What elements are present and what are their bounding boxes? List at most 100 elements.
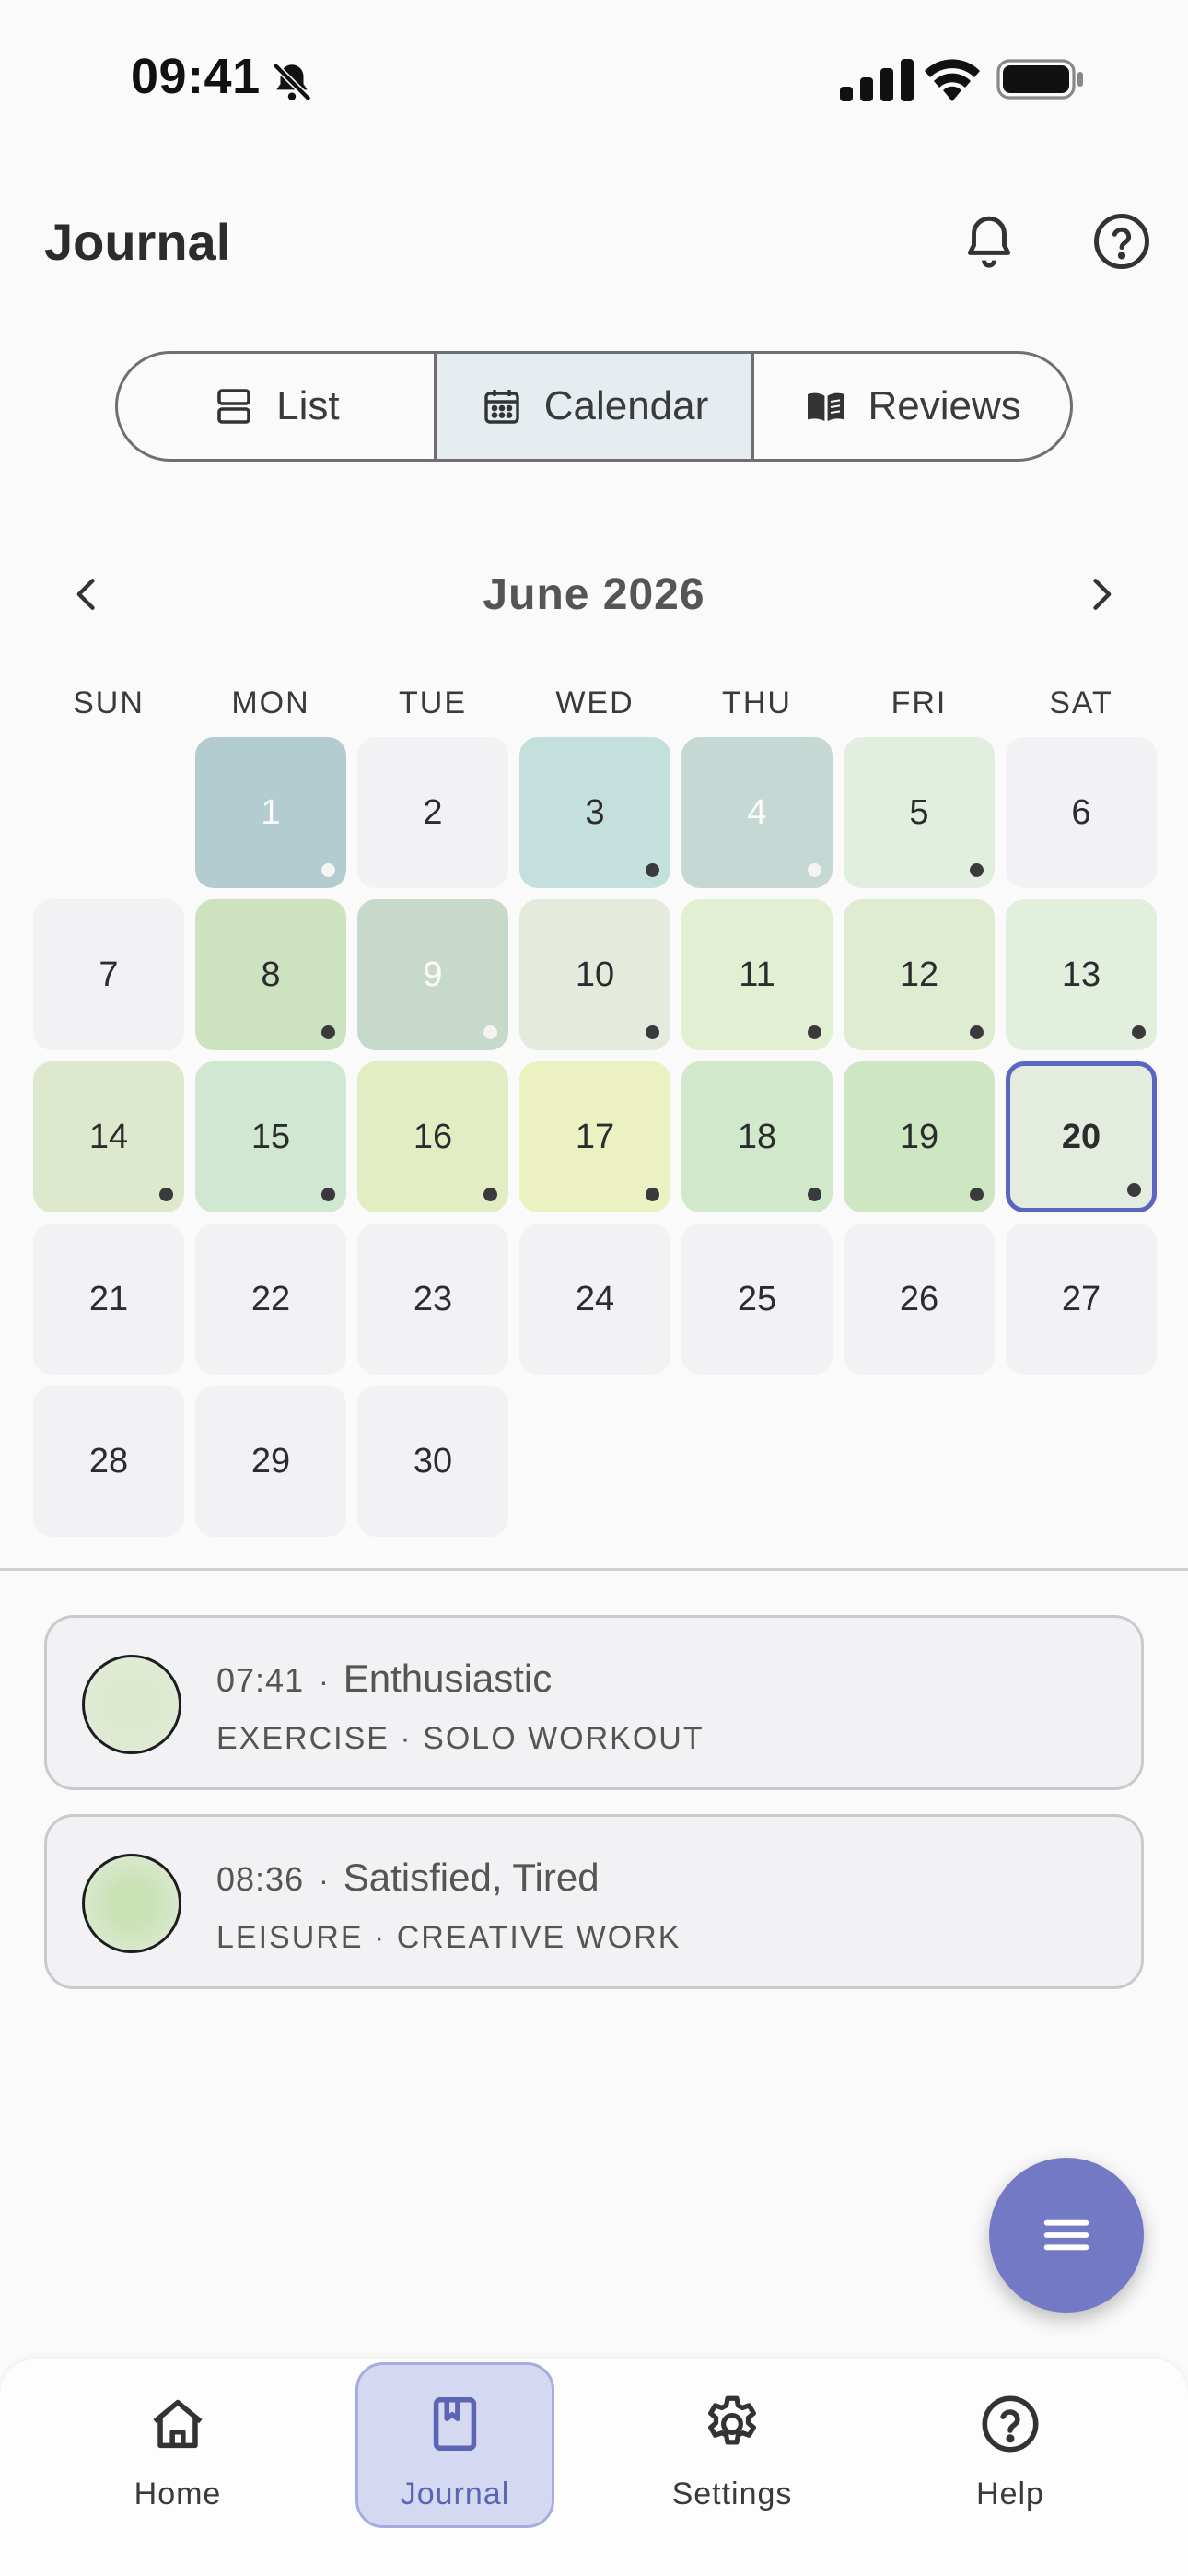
- calendar-day-number: 20: [1061, 1117, 1101, 1156]
- mood-color-indicator: [82, 1854, 181, 1953]
- entry-time: 08:36: [216, 1860, 305, 1898]
- calendar-day[interactable]: 12: [844, 899, 995, 1050]
- nav-item-help[interactable]: Help: [909, 2359, 1112, 2534]
- calendar-day[interactable]: 30: [357, 1386, 508, 1537]
- entry-indicator-dot: [970, 863, 984, 877]
- nav-item-settings[interactable]: Settings: [631, 2359, 833, 2534]
- entry-indicator-dot: [646, 1188, 659, 1201]
- entry-headline: 07:41 · Enthusiastic: [216, 1657, 552, 1701]
- help-circle-icon: [1094, 214, 1149, 269]
- entry-indicator-dot: [321, 863, 335, 877]
- calendar-day-number: 26: [899, 1279, 939, 1318]
- calendar-day-number: 24: [575, 1279, 615, 1318]
- entry-headline: 08:36 · Satisfied, Tired: [216, 1856, 600, 1900]
- entry-category: LEISURE · CREATIVE WORK: [216, 1920, 681, 1955]
- calendar-day-number: 25: [737, 1279, 777, 1318]
- calendar-day-number: 9: [423, 954, 443, 994]
- calendar-grid: 1 2 3 4 5 6 7 8 9 10 11 12 13 14 15 16 17 18 19 20 21 22 23 24 2…: [33, 737, 1157, 1539]
- tab-reviews-label: Reviews: [868, 383, 1021, 428]
- calendar-day[interactable]: 22: [195, 1224, 346, 1375]
- calendar-day[interactable]: 1: [195, 737, 346, 888]
- calendar-day-today[interactable]: 20: [1006, 1061, 1157, 1212]
- weekday-label: FRI: [891, 685, 948, 720]
- previous-month-button[interactable]: [55, 562, 120, 626]
- entry-indicator-dot: [321, 1025, 335, 1039]
- calendar-day[interactable]: 23: [357, 1224, 508, 1375]
- entry-indicator-dot: [483, 1025, 497, 1039]
- calendar-day-number: 4: [747, 792, 767, 832]
- calendar-day[interactable]: 9: [357, 899, 508, 1050]
- calendar-day[interactable]: 10: [519, 899, 670, 1050]
- calendar-day[interactable]: 28: [33, 1386, 184, 1537]
- calendar-day[interactable]: 14: [33, 1061, 184, 1212]
- calendar-day[interactable]: 7: [33, 899, 184, 1050]
- calendar-day[interactable]: 6: [1006, 737, 1157, 888]
- calendar-day[interactable]: 29: [195, 1386, 346, 1537]
- calendar-day[interactable]: 27: [1006, 1224, 1157, 1375]
- calendar-icon: [484, 390, 519, 424]
- tab-reviews[interactable]: Reviews: [754, 354, 1070, 459]
- tab-calendar[interactable]: Calendar: [436, 354, 755, 459]
- calendar-day-number: 14: [88, 1117, 129, 1156]
- calendar-day-number: 12: [899, 954, 939, 994]
- list-view-icon: [217, 389, 250, 424]
- notifications-button[interactable]: [952, 205, 1026, 278]
- calendar-day[interactable]: 13: [1006, 899, 1157, 1050]
- calendar-day[interactable]: 18: [681, 1061, 833, 1212]
- nav-item-home[interactable]: Home: [76, 2359, 279, 2534]
- calendar-day[interactable]: 19: [844, 1061, 995, 1212]
- calendar-day-number: 10: [575, 954, 615, 994]
- bottom-navigation: Home Journal Settings Help: [0, 2359, 1188, 2576]
- entry-indicator-dot: [321, 1188, 335, 1201]
- weekday-label: MON: [231, 685, 310, 720]
- nav-label-settings: Settings: [671, 2476, 793, 2512]
- calendar-day-number: 15: [250, 1117, 291, 1156]
- calendar-day-number: 11: [739, 954, 775, 994]
- menu-fab-button[interactable]: [989, 2158, 1144, 2313]
- view-switcher: List Calendar Reviews: [115, 351, 1073, 462]
- month-title: June 2026: [483, 570, 705, 619]
- calendar-day[interactable]: 4: [681, 737, 833, 888]
- gear-icon: [708, 2395, 756, 2445]
- journal-icon: [433, 2396, 477, 2452]
- journal-entry-card[interactable]: 07:41 · Enthusiastic EXERCISE · SOLO WORKO…: [44, 1615, 1144, 1790]
- entry-indicator-dot: [970, 1188, 984, 1201]
- entry-indicator-dot: [1127, 1183, 1141, 1197]
- calendar-day[interactable]: 15: [195, 1061, 346, 1212]
- calendar-day-number: 28: [88, 1441, 129, 1481]
- nav-label-home: Home: [134, 2476, 222, 2512]
- signal-icon: [840, 59, 914, 101]
- calendar-day[interactable]: 21: [33, 1224, 184, 1375]
- nav-label-help: Help: [976, 2476, 1044, 2512]
- entry-indicator-dot: [1132, 1025, 1146, 1039]
- next-month-button[interactable]: [1068, 562, 1133, 626]
- weekday-header: SUN MON TUE WED THU FRI SAT: [33, 685, 1157, 726]
- status-bar: 09:41: [0, 0, 1188, 166]
- wifi-icon: [925, 59, 980, 101]
- calendar-day[interactable]: 24: [519, 1224, 670, 1375]
- tab-list[interactable]: List: [118, 354, 437, 459]
- bell-icon: [967, 216, 1011, 268]
- calendar-day[interactable]: 25: [681, 1224, 833, 1375]
- calendar-day-number: 5: [909, 792, 929, 832]
- calendar-day[interactable]: 5: [844, 737, 995, 888]
- divider: [0, 1568, 1188, 1571]
- weekday-label: TUE: [399, 685, 467, 720]
- calendar-day[interactable]: 16: [357, 1061, 508, 1212]
- journal-entry-card[interactable]: 08:36 · Satisfied, Tired LEISURE · CREATIV…: [44, 1814, 1144, 1989]
- nav-label-journal: Journal: [400, 2476, 510, 2512]
- nav-item-journal[interactable]: Journal: [354, 2359, 556, 2534]
- entry-category: EXERCISE · SOLO WORKOUT: [216, 1721, 705, 1756]
- calendar-day[interactable]: 2: [357, 737, 508, 888]
- calendar-day[interactable]: 11: [681, 899, 833, 1050]
- entry-time: 07:41: [216, 1661, 305, 1699]
- tab-calendar-label: Calendar: [543, 383, 709, 428]
- calendar-day[interactable]: 26: [844, 1224, 995, 1375]
- calendar-day[interactable]: 17: [519, 1061, 670, 1212]
- calendar-day[interactable]: 3: [519, 737, 670, 888]
- calendar-day[interactable]: 8: [195, 899, 346, 1050]
- entry-indicator-dot: [483, 1188, 497, 1201]
- page-title: Journal: [44, 213, 231, 271]
- calendar-day-number: 17: [575, 1117, 615, 1156]
- help-button[interactable]: [1085, 205, 1159, 278]
